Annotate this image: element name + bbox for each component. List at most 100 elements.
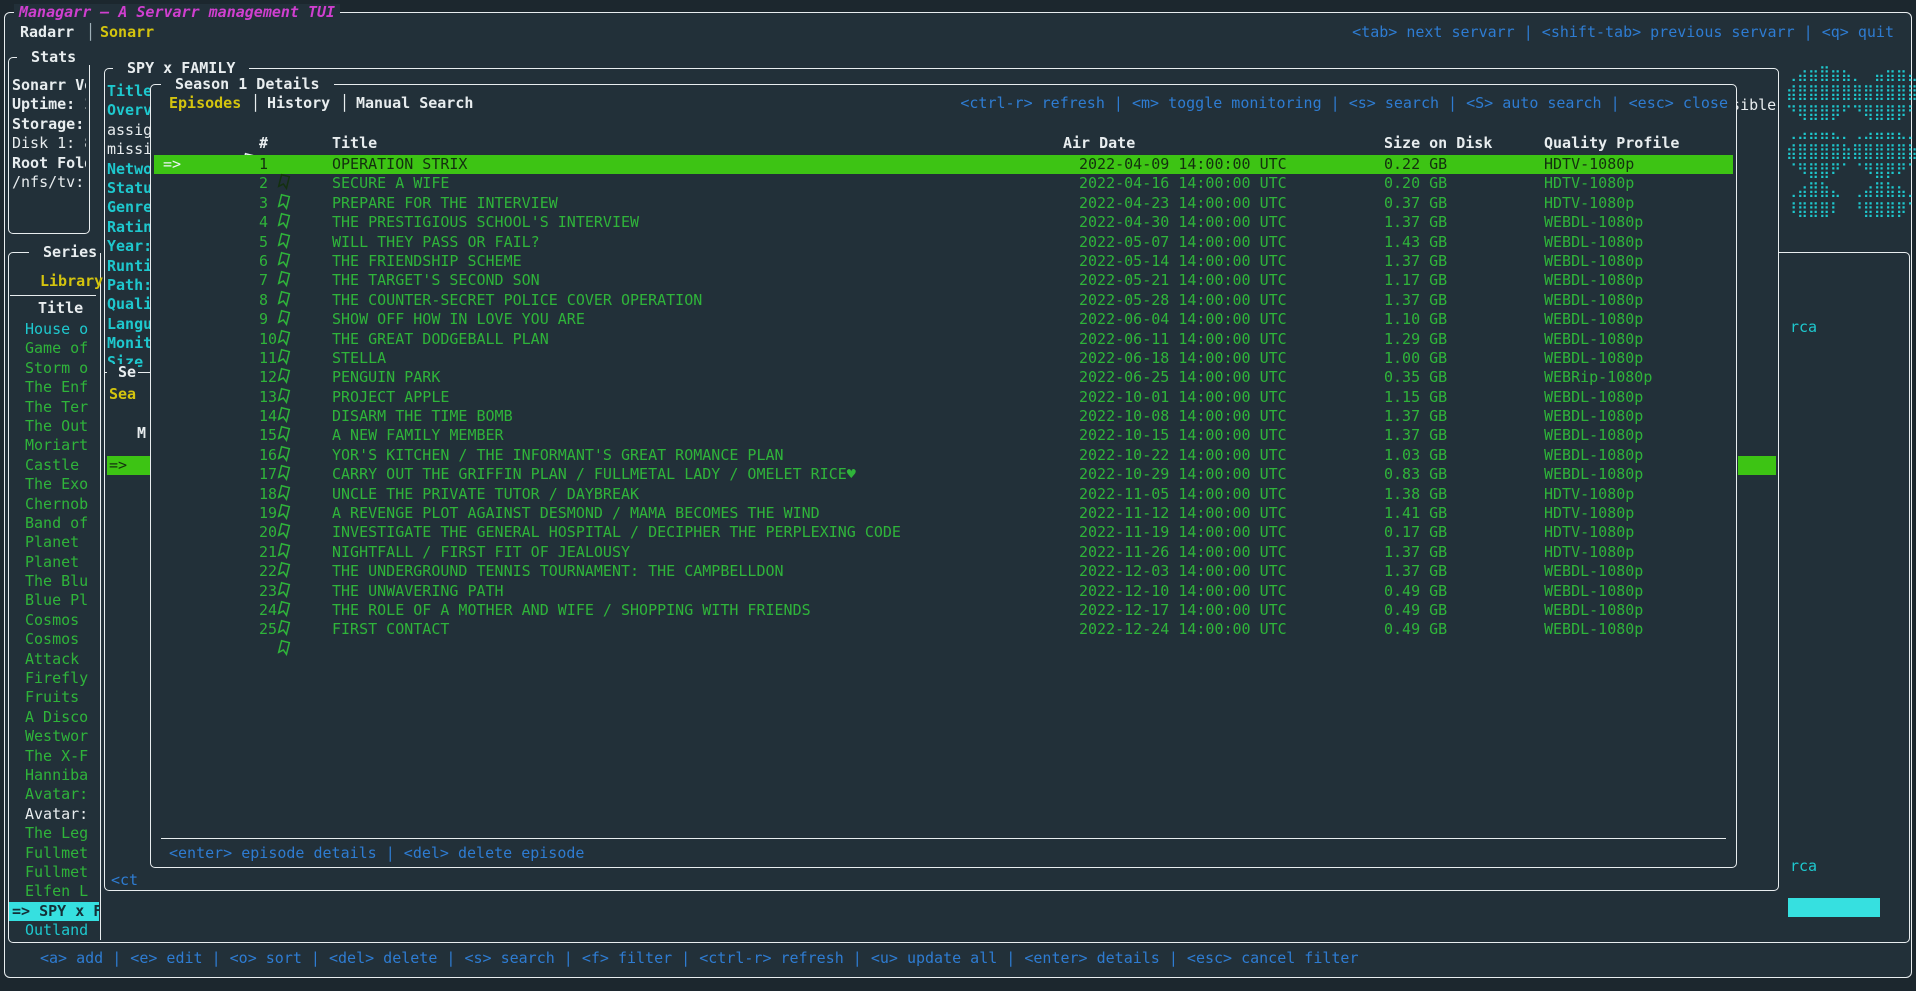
- episode-title: NIGHTFALL / FIRST FIT OF JEALOUSY: [332, 543, 630, 562]
- episode-quality-profile: WEBDL-1080p: [1544, 213, 1643, 232]
- episode-row[interactable]: 11 STELLA 2022-06-18 14:00:00 UTC 1.00 G…: [154, 349, 1733, 368]
- servarr-tab-radarr[interactable]: Radarr: [20, 23, 74, 41]
- episode-row[interactable]: 19 A REVENGE PLOT AGAINST DESMOND / MAMA…: [154, 504, 1733, 523]
- stats-row: Disk 1: 80: [12, 134, 86, 153]
- episode-row[interactable]: 22 THE UNDERGROUND TENNIS TOURNAMENT: TH…: [154, 562, 1733, 581]
- episode-number: 23: [259, 582, 277, 601]
- episode-row[interactable]: 4 THE PRESTIGIOUS SCHOOL'S INTERVIEW 202…: [154, 213, 1733, 232]
- library-series-item[interactable]: The X-F: [9, 747, 99, 766]
- library-tab[interactable]: Library: [40, 272, 103, 290]
- episode-row[interactable]: 20 INVESTIGATE THE GENERAL HOSPITAL / DE…: [154, 523, 1733, 542]
- episode-row[interactable]: 16 YOR'S KITCHEN / THE INFORMANT'S GREAT…: [154, 446, 1733, 465]
- episode-size: 1.37 GB: [1384, 291, 1447, 310]
- episode-title: THE TARGET'S SECOND SON: [332, 271, 540, 290]
- library-series-item[interactable]: The Blu: [9, 572, 99, 591]
- library-series-item[interactable]: Westwor: [9, 727, 99, 746]
- library-series-item[interactable]: The Enf: [9, 378, 99, 397]
- episode-row[interactable]: 3 PREPARE FOR THE INTERVIEW 2022-04-23 1…: [154, 194, 1733, 213]
- library-title-header: Title: [38, 299, 83, 317]
- episode-row[interactable]: 21 NIGHTFALL / FIRST FIT OF JEALOUSY 202…: [154, 543, 1733, 562]
- library-series-item[interactable]: Blue Pl: [9, 591, 99, 610]
- library-series-item[interactable]: Chernob: [9, 495, 99, 514]
- episode-number: 14: [259, 407, 277, 426]
- episode-title: PENGUIN PARK: [332, 368, 440, 387]
- episode-size: 0.49 GB: [1384, 620, 1447, 639]
- episode-title: STELLA: [332, 349, 386, 368]
- tab-episodes[interactable]: Episodes: [169, 94, 241, 112]
- episode-row[interactable]: 2 SECURE A WIFE 2022-04-16 14:00:00 UTC …: [154, 174, 1733, 193]
- episode-quality-profile: WEBDL-1080p: [1544, 388, 1643, 407]
- library-series-item[interactable]: Planet: [9, 553, 99, 572]
- episode-row[interactable]: 9 SHOW OFF HOW IN LOVE YOU ARE 2022-06-0…: [154, 310, 1733, 329]
- col-header-airdate[interactable]: Air Date: [1063, 133, 1135, 153]
- col-header-num[interactable]: #: [259, 133, 268, 153]
- episode-quality-profile: WEBDL-1080p: [1544, 291, 1643, 310]
- episode-number: 24: [259, 601, 277, 620]
- library-series-item[interactable]: Elfen L: [9, 882, 99, 901]
- library-series-item[interactable]: House o: [9, 320, 99, 339]
- servarr-tab-sonarr[interactable]: Sonarr: [100, 23, 154, 41]
- episode-row[interactable]: 6 THE FRIENDSHIP SCHEME 2022-05-14 14:00…: [154, 252, 1733, 271]
- library-series-item[interactable]: Fullmet: [9, 863, 99, 882]
- episode-size: 1.37 GB: [1384, 252, 1447, 271]
- episode-title: THE UNWAVERING PATH: [332, 582, 504, 601]
- library-series-item[interactable]: The Out: [9, 417, 99, 436]
- episode-number: 18: [259, 485, 277, 504]
- episode-row[interactable]: 23 THE UNWAVERING PATH 2022-12-10 14:00:…: [154, 582, 1733, 601]
- episode-quality-profile: WEBDL-1080p: [1544, 407, 1643, 426]
- library-series-item[interactable]: Planet: [9, 533, 99, 552]
- episode-size: 0.37 GB: [1384, 194, 1447, 213]
- episode-row[interactable]: 12 PENGUIN PARK 2022-06-25 14:00:00 UTC …: [154, 368, 1733, 387]
- episode-row[interactable]: 13 PROJECT APPLE 2022-10-01 14:00:00 UTC…: [154, 388, 1733, 407]
- library-series-list: House oGame ofStorm oThe EnfThe TerThe O…: [9, 320, 99, 941]
- episode-row[interactable]: 5 WILL THEY PASS OR FAIL? 2022-05-07 14:…: [154, 233, 1733, 252]
- library-series-item[interactable]: A Disco: [9, 708, 99, 727]
- library-series-item[interactable]: Hanniba: [9, 766, 99, 785]
- episode-row[interactable]: 8 THE COUNTER-SECRET POLICE COVER OPERAT…: [154, 291, 1733, 310]
- episode-row[interactable]: 14 DISARM THE TIME BOMB 2022-10-08 14:00…: [154, 407, 1733, 426]
- episode-row[interactable]: 17 CARRY OUT THE GRIFFIN PLAN / FULLMETA…: [154, 465, 1733, 484]
- episode-title: THE GREAT DODGEBALL PLAN: [332, 330, 549, 349]
- episode-air-date: 2022-05-21 14:00:00 UTC: [1079, 271, 1287, 290]
- tab-history[interactable]: History: [267, 94, 330, 112]
- episode-title: A REVENGE PLOT AGAINST DESMOND / MAMA BE…: [332, 504, 820, 523]
- tab-manual-search[interactable]: Manual Search: [356, 94, 473, 112]
- library-series-item[interactable]: Outland: [9, 921, 99, 940]
- episode-row[interactable]: 24 THE ROLE OF A MOTHER AND WIFE / SHOPP…: [154, 601, 1733, 620]
- library-series-item[interactable]: Attack: [9, 650, 99, 669]
- col-header-title[interactable]: Title: [332, 133, 377, 153]
- episode-row[interactable]: 7 THE TARGET'S SECOND SON 2022-05-21 14:…: [154, 271, 1733, 290]
- library-series-item[interactable]: Cosmos: [9, 630, 99, 649]
- library-series-item[interactable]: => SPY x F: [9, 902, 99, 921]
- episode-title: CARRY OUT THE GRIFFIN PLAN / FULLMETAL L…: [332, 465, 856, 484]
- series-detail-label: Ratin: [107, 218, 153, 237]
- col-header-size[interactable]: Size on Disk: [1384, 133, 1492, 153]
- library-series-item[interactable]: Band of: [9, 514, 99, 533]
- library-series-item[interactable]: Game of: [9, 339, 99, 358]
- library-series-item[interactable]: Moriart: [9, 436, 99, 455]
- episode-row[interactable]: 15 A NEW FAMILY MEMBER 2022-10-15 14:00:…: [154, 426, 1733, 445]
- library-series-item[interactable]: Castle: [9, 456, 99, 475]
- episode-title: THE COUNTER-SECRET POLICE COVER OPERATIO…: [332, 291, 702, 310]
- library-series-item[interactable]: The Exo: [9, 475, 99, 494]
- episode-row[interactable]: 18 UNCLE THE PRIVATE TUTOR / DAYBREAK 20…: [154, 485, 1733, 504]
- episode-quality-profile: WEBDL-1080p: [1544, 465, 1643, 484]
- seasons-selected-row-selector: =>: [107, 456, 127, 474]
- episode-row[interactable]: 10 THE GREAT DODGEBALL PLAN 2022-06-11 1…: [154, 330, 1733, 349]
- library-series-item[interactable]: Firefly: [9, 669, 99, 688]
- episode-row[interactable]: => 1 OPERATION STRIX 2022-04-09 14:00:00…: [154, 155, 1733, 174]
- library-series-item[interactable]: Fruits: [9, 688, 99, 707]
- col-header-quality[interactable]: Quality Profile: [1544, 133, 1679, 153]
- library-series-item[interactable]: Cosmos: [9, 611, 99, 630]
- library-series-item[interactable]: The Ter: [9, 398, 99, 417]
- episode-air-date: 2022-05-28 14:00:00 UTC: [1079, 291, 1287, 310]
- episode-row[interactable]: 25 FIRST CONTACT 2022-12-24 14:00:00 UTC…: [154, 620, 1733, 639]
- library-series-item[interactable]: The Leg: [9, 824, 99, 843]
- library-series-item[interactable]: Fullmet: [9, 844, 99, 863]
- library-series-item[interactable]: Storm o: [9, 359, 99, 378]
- episode-quality-profile: WEBDL-1080p: [1544, 252, 1643, 271]
- seasons-tab-fragment[interactable]: Sea: [109, 385, 136, 403]
- library-panel-title: Series: [29, 244, 111, 260]
- library-series-item[interactable]: Avatar:: [9, 805, 99, 824]
- library-series-item[interactable]: Avatar:: [9, 785, 99, 804]
